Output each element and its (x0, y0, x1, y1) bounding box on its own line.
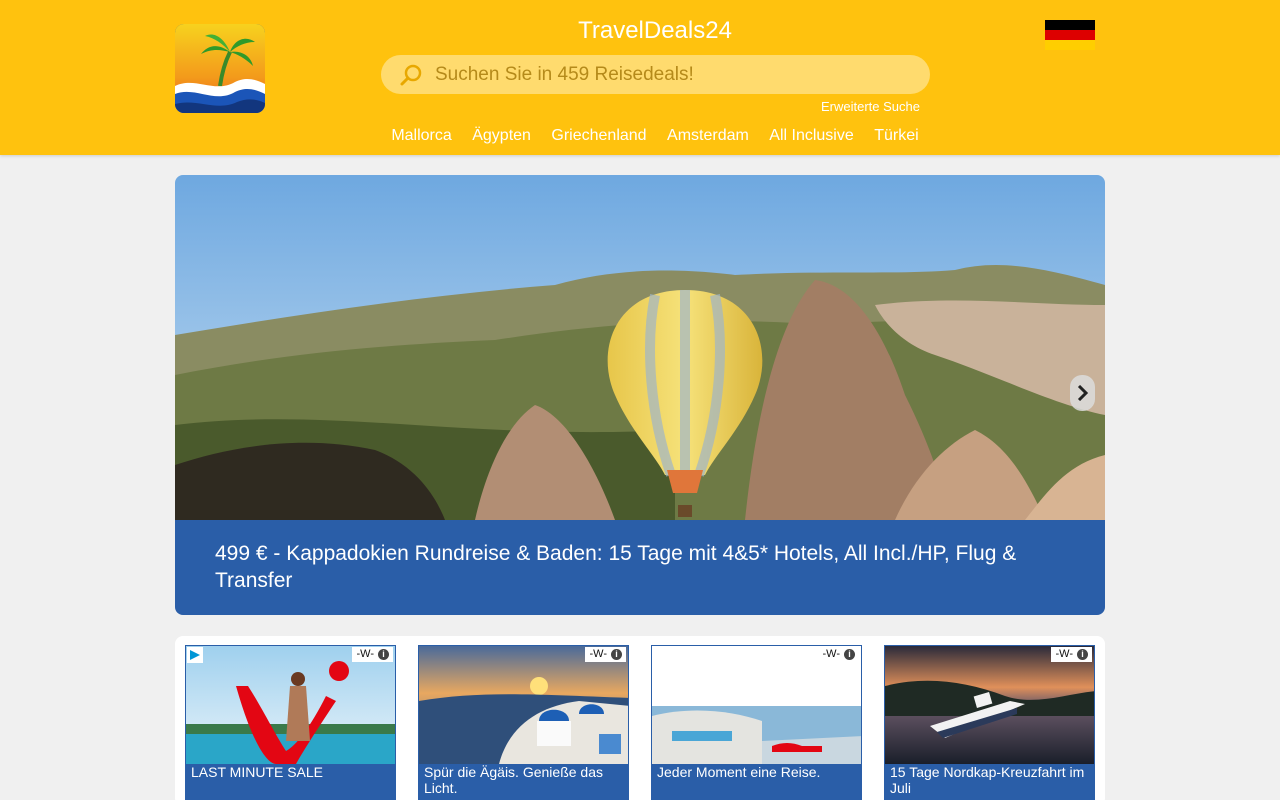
nav-item-aegypten[interactable]: Ägypten (472, 127, 531, 144)
advanced-search-link[interactable]: Erweiterte Suche (821, 99, 920, 114)
hero-slider[interactable]: 499 € - Kappadokien Rundreise & Baden: 1… (175, 175, 1105, 615)
site-header: TravelDeals24 Erweiterte Suche Mallorca … (0, 0, 1280, 155)
ad-badge: -W- i (585, 647, 626, 662)
main-nav: Mallorca Ägypten Griechenland Amsterdam … (0, 127, 1280, 145)
info-icon[interactable]: i (844, 649, 855, 660)
ad-text: Jeder Moment eine Reise. (657, 764, 821, 780)
ad-image (652, 646, 861, 764)
ad-choices-icon[interactable] (187, 647, 203, 663)
chevron-right-icon (1077, 385, 1089, 401)
ad-image (419, 646, 628, 764)
nav-item-tuerkei[interactable]: Türkei (874, 127, 918, 144)
nav-item-all-inclusive[interactable]: All Inclusive (769, 127, 853, 144)
ad-badge: -W- i (818, 647, 859, 662)
hero-image (175, 175, 1105, 520)
ad-strip: -W- i LAST MINUTE SALE -W- i Spür die Äg… (175, 636, 1105, 800)
search-icon[interactable] (399, 63, 423, 87)
ad-card[interactable]: -W- i LAST MINUTE SALE (185, 645, 396, 800)
ad-badge: -W- i (1051, 647, 1092, 662)
ad-text: Spür die Ägäis. Genieße das Licht. (424, 764, 603, 796)
info-icon[interactable]: i (611, 649, 622, 660)
ad-image (885, 646, 1094, 764)
ad-badge: -W- i (352, 647, 393, 662)
nav-item-griechenland[interactable]: Griechenland (551, 127, 646, 144)
ad-card[interactable]: -W- i Jeder Moment eine Reise. (651, 645, 862, 800)
search-bar (381, 55, 930, 94)
search-input[interactable] (435, 55, 915, 94)
nav-item-amsterdam[interactable]: Amsterdam (667, 127, 749, 144)
nav-item-mallorca[interactable]: Mallorca (391, 127, 451, 144)
ad-text: 15 Tage Nordkap-Kreuzfahrt im Juli (890, 764, 1085, 796)
ad-text: LAST MINUTE SALE (191, 764, 324, 780)
ad-card[interactable]: -W- i 15 Tage Nordkap-Kreuzfahrt im Juli (884, 645, 1095, 800)
german-flag-icon[interactable] (1045, 20, 1095, 50)
hero-caption[interactable]: 499 € - Kappadokien Rundreise & Baden: 1… (175, 520, 1105, 615)
info-icon[interactable]: i (1077, 649, 1088, 660)
slider-next-button[interactable] (1070, 375, 1095, 411)
ad-image (186, 646, 395, 764)
ad-card[interactable]: -W- i Spür die Ägäis. Genieße das Licht. (418, 645, 629, 800)
info-icon[interactable]: i (378, 649, 389, 660)
